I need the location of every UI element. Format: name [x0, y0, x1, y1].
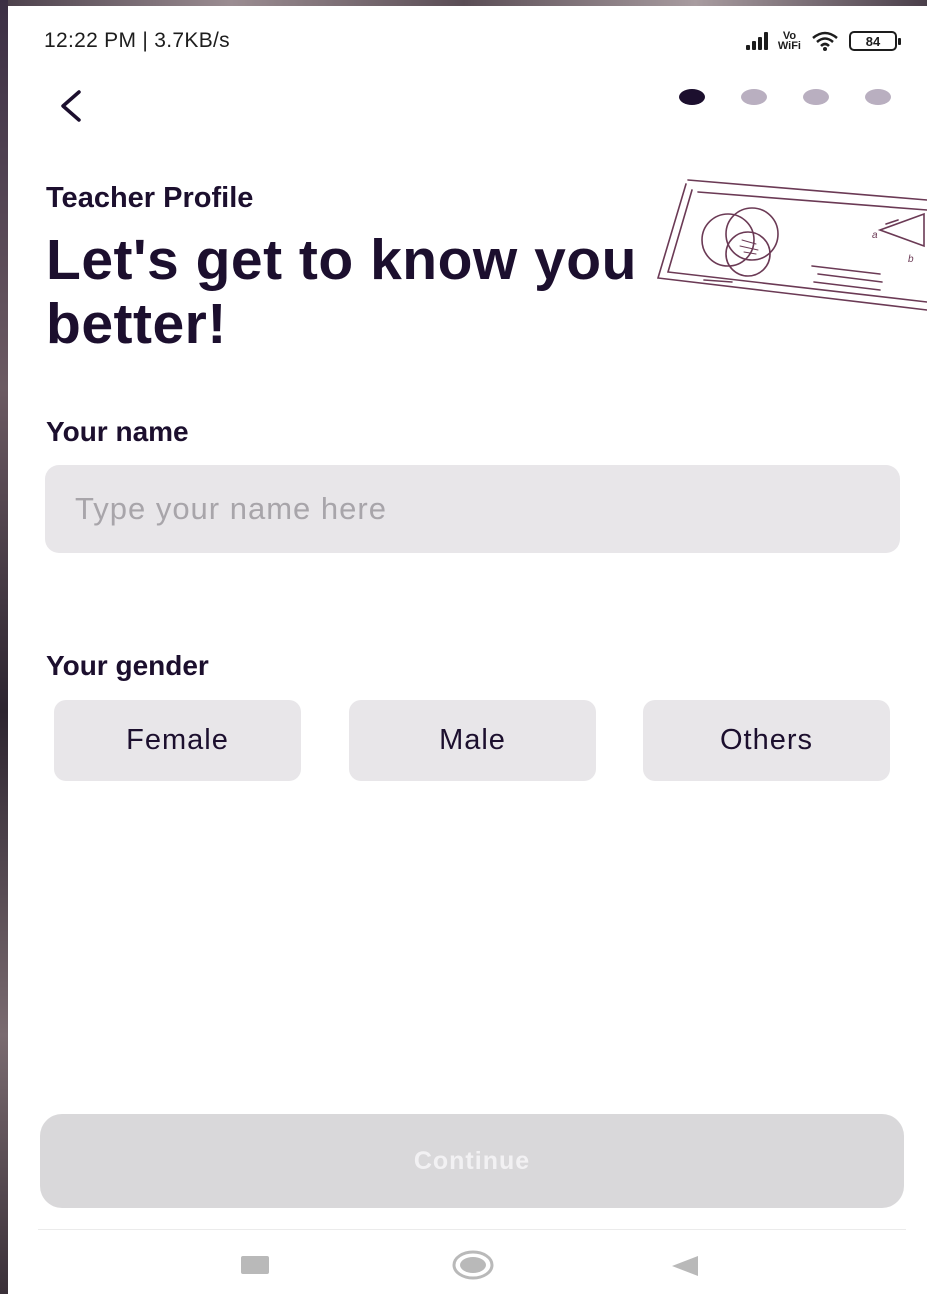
continue-button[interactable]: Continue: [40, 1114, 904, 1208]
battery-icon: 84: [849, 31, 901, 51]
step-progress-indicator: [679, 89, 891, 105]
step-dot: [803, 89, 829, 105]
vowifi-icon: Vo WiFi: [777, 30, 801, 52]
step-dot: [741, 89, 767, 105]
gender-option-others[interactable]: Others: [643, 700, 890, 781]
square-icon[interactable]: [241, 1256, 269, 1274]
battery-level: 84: [865, 33, 881, 49]
name-field-label: Your name: [46, 416, 189, 447]
page-eyebrow: Teacher Profile: [46, 182, 254, 214]
svg-text:b: b: [908, 254, 914, 265]
signal-icon: [745, 32, 768, 50]
step-dot-active: [679, 89, 705, 105]
wifi-icon: [812, 31, 838, 51]
screen-edge-top: [0, 0, 927, 6]
gender-option-female[interactable]: Female: [54, 700, 301, 781]
status-time-speed: 12:22 PM | 3.7KB/s: [44, 29, 230, 52]
step-dot: [865, 89, 891, 105]
status-icons: Vo WiFi 84: [745, 30, 901, 52]
circle-icon[interactable]: [451, 1250, 495, 1280]
triangle-back-icon[interactable]: [670, 1254, 700, 1278]
status-bar: 12:22 PM | 3.7KB/s Vo WiFi 84: [44, 26, 901, 56]
system-nav-bar: [0, 1236, 927, 1294]
name-input[interactable]: [45, 465, 900, 553]
gender-field-label: Your gender: [46, 650, 209, 681]
back-button[interactable]: [50, 84, 90, 128]
svg-text:a: a: [872, 230, 878, 241]
screen-edge-left: [0, 0, 8, 1294]
nav-divider: [38, 1229, 906, 1230]
chevron-left-icon: [61, 90, 81, 122]
page-title: Let's get to know you better!: [46, 228, 637, 356]
gender-option-male[interactable]: Male: [349, 700, 596, 781]
